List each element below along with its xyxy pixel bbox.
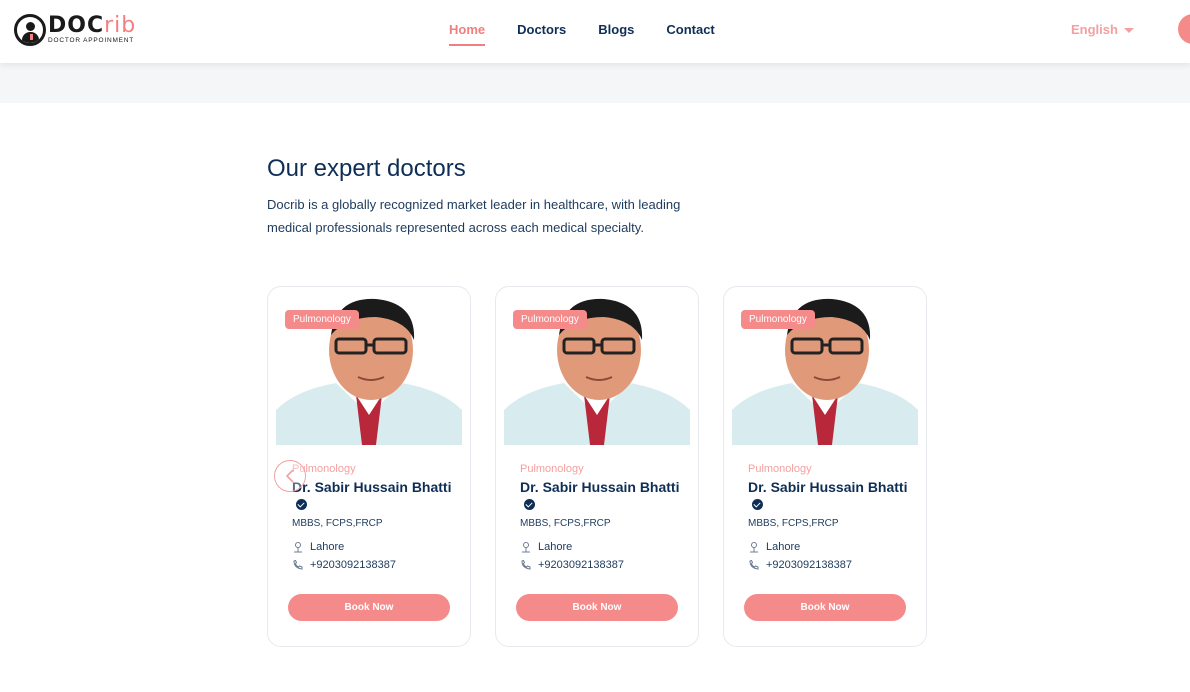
verified-check-icon: [296, 499, 307, 510]
doctor-name[interactable]: Dr. Sabir Hussain Bhatti: [292, 479, 462, 513]
doctor-name[interactable]: Dr. Sabir Hussain Bhatti: [520, 479, 690, 513]
doctor-qualifications: MBBS, FCPS,FRCP: [520, 518, 611, 529]
nav-home[interactable]: Home: [449, 22, 486, 46]
nav-contact[interactable]: Contact: [666, 22, 714, 37]
logo-tagline: DOCTOR APPOINMENT: [48, 37, 135, 45]
page-banner: [0, 63, 1190, 103]
book-now-button[interactable]: Book Now: [744, 594, 906, 621]
verified-check-icon: [752, 499, 763, 510]
nav-doctors[interactable]: Doctors: [517, 22, 566, 37]
doctor-qualifications: MBBS, FCPS,FRCP: [292, 518, 383, 529]
site-header: DOCrib DOCTOR APPOINMENT Home Doctors Bl…: [0, 0, 1190, 63]
phone-icon: [521, 559, 531, 570]
doctor-location: Lahore: [292, 541, 462, 553]
doctor-specialty: Pulmonology: [748, 463, 812, 475]
doctor-location: Lahore: [748, 541, 918, 553]
book-now-button[interactable]: Book Now: [516, 594, 678, 621]
specialty-badge: Pulmonology: [513, 310, 587, 329]
specialty-badge: Pulmonology: [741, 310, 815, 329]
doctor-card[interactable]: Pulmonology Pulmonology Dr. Sabir Hussai…: [495, 286, 699, 647]
verified-check-icon: [524, 499, 535, 510]
doctor-logo-icon: [14, 14, 46, 46]
location-pin-icon: [294, 542, 302, 553]
main-nav: Home Doctors Blogs Contact: [449, 22, 715, 46]
profile-button[interactable]: [1178, 14, 1190, 44]
location-pin-icon: [522, 542, 530, 553]
doctor-name[interactable]: Dr. Sabir Hussain Bhatti: [748, 479, 918, 513]
doctor-card[interactable]: Pulmonology Pulmonology Dr. Sabir Hussai…: [723, 286, 927, 647]
carousel-prev-button[interactable]: [274, 460, 306, 492]
caret-down-icon: [1123, 27, 1134, 33]
doctor-phone: +9203092138387: [292, 559, 462, 571]
section-description: Docrib is a globally recognized market l…: [267, 197, 681, 235]
location-pin-icon: [750, 542, 758, 553]
specialty-badge: Pulmonology: [285, 310, 359, 329]
section-title: Our expert doctors: [267, 155, 466, 182]
chevron-left-icon: [285, 469, 294, 483]
phone-icon: [293, 559, 303, 570]
nav-blogs[interactable]: Blogs: [598, 22, 634, 37]
doctor-phone: +9203092138387: [520, 559, 690, 571]
book-now-button[interactable]: Book Now: [288, 594, 450, 621]
language-label: English: [1071, 22, 1118, 37]
logo-wordmark: DOCrib: [48, 13, 137, 39]
doctor-qualifications: MBBS, FCPS,FRCP: [748, 518, 839, 529]
doctor-specialty: Pulmonology: [292, 463, 356, 475]
doctor-phone: +9203092138387: [748, 559, 918, 571]
doctor-location: Lahore: [520, 541, 690, 553]
language-selector[interactable]: English: [1071, 22, 1134, 37]
phone-icon: [749, 559, 759, 570]
doctor-specialty: Pulmonology: [520, 463, 584, 475]
docrib-logo[interactable]: DOCrib DOCTOR APPOINMENT: [14, 14, 136, 46]
